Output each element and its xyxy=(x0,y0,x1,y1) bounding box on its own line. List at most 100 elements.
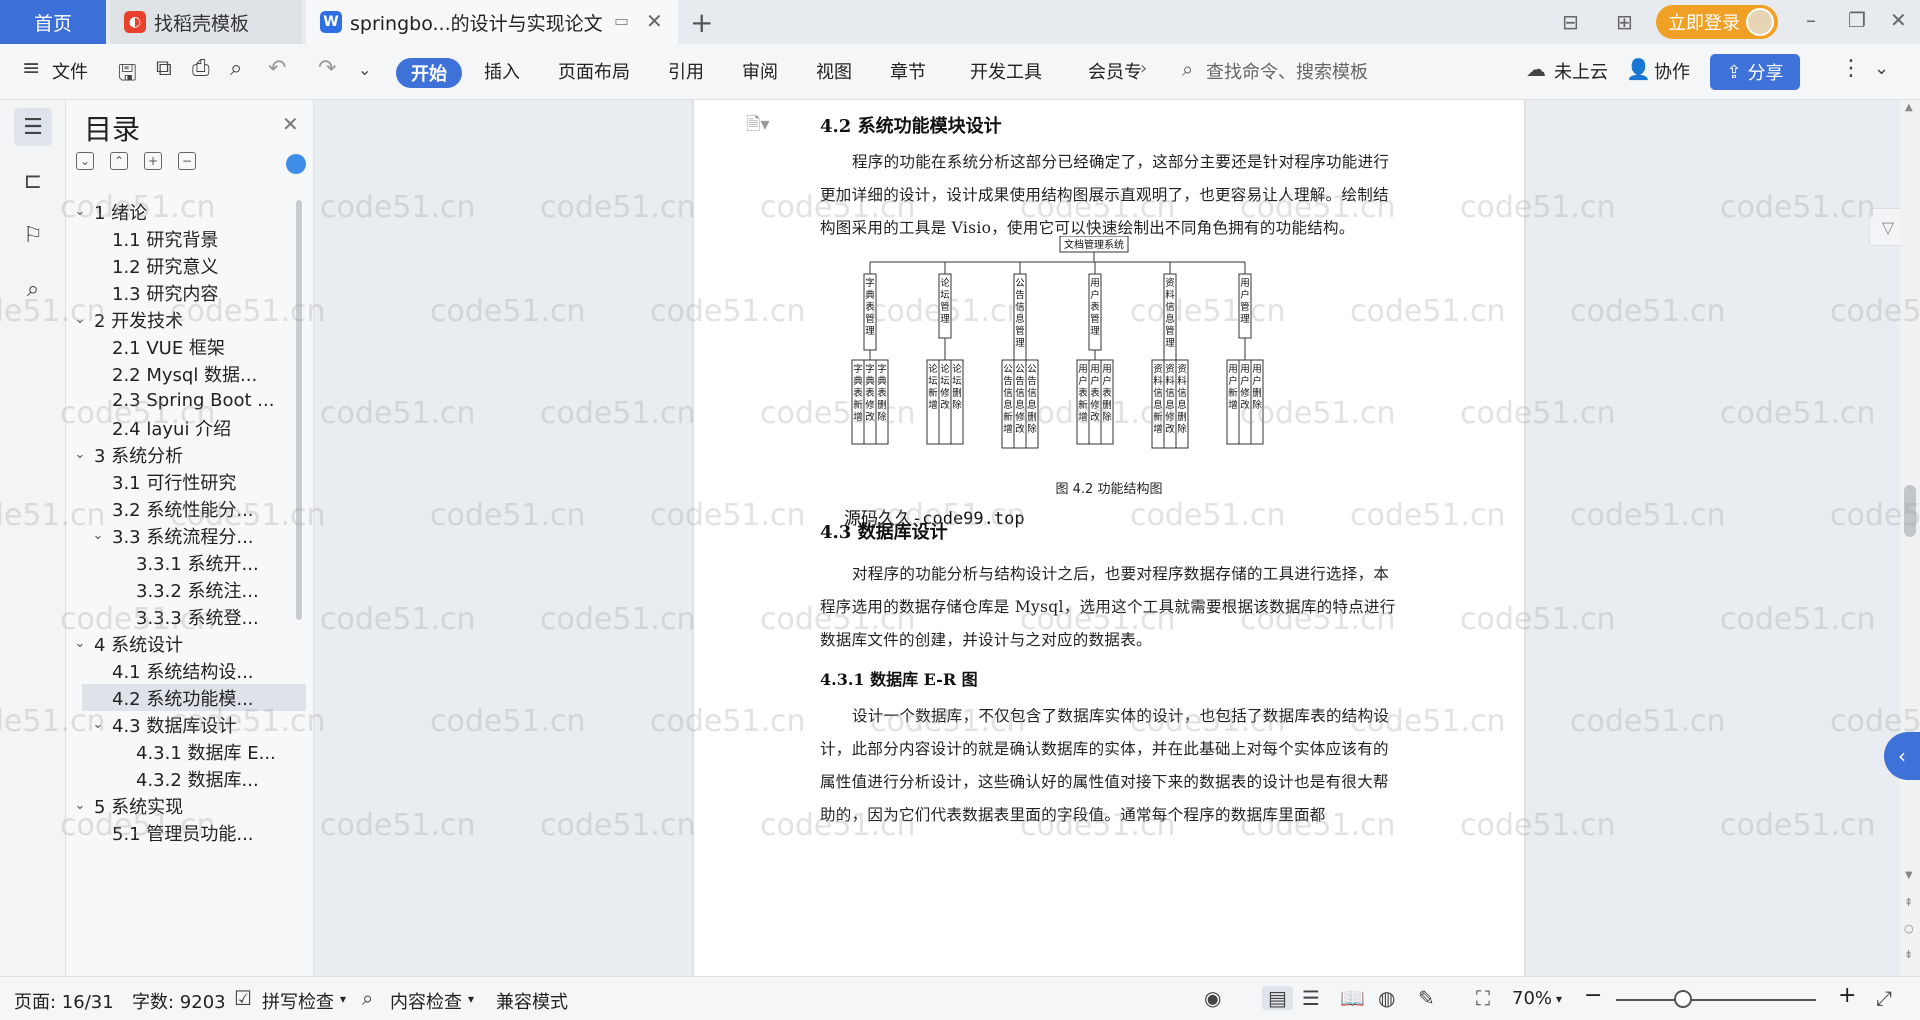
tab-insert[interactable]: 插入 xyxy=(484,58,520,84)
toc-item[interactable]: 3.1 可行性研究 xyxy=(66,468,306,495)
expand-all-icon[interactable]: ⌄ xyxy=(76,152,94,170)
toc-icon[interactable]: ☰ xyxy=(14,108,52,146)
spellcheck-dropdown-icon[interactable]: ▾ xyxy=(340,992,346,1006)
collapse-all-icon[interactable]: ⌃ xyxy=(110,152,128,170)
menu-icon[interactable]: ≡ xyxy=(22,56,40,81)
chapter-nav-icon[interactable]: ⊏ xyxy=(14,162,52,200)
fullscreen-icon[interactable]: ⤢ xyxy=(1876,986,1892,1010)
remove-heading-icon[interactable]: − xyxy=(178,152,196,170)
restore-icon[interactable]: ❐ xyxy=(1848,8,1866,32)
toc-item[interactable]: 3.3.1 系统开... xyxy=(66,549,306,576)
find-icon[interactable]: ⌕ xyxy=(14,270,52,308)
tab-home[interactable]: 首页 xyxy=(0,0,106,44)
fit-page-icon[interactable]: ⛶ xyxy=(1476,986,1490,1010)
toc-item[interactable]: 2.1 VUE 框架 xyxy=(66,333,306,360)
zoom-slider[interactable] xyxy=(1616,999,1816,1001)
scroll-down-icon[interactable]: ▼ xyxy=(1905,870,1913,881)
bookmark-icon[interactable]: ⚐ xyxy=(14,216,52,254)
tab-chapter[interactable]: 章节 xyxy=(890,58,926,84)
close-window-icon[interactable]: ✕ xyxy=(1890,8,1907,32)
eye-protection-icon[interactable]: ◉ xyxy=(1204,986,1221,1010)
save-icon[interactable]: 🖫 xyxy=(118,56,137,94)
toc-item[interactable]: ⌄ 4 系统设计 xyxy=(66,630,306,657)
add-heading-icon[interactable]: + xyxy=(144,152,162,170)
apps-grid-icon[interactable]: ⊞ xyxy=(1616,10,1633,34)
scroll-thumb[interactable] xyxy=(1904,485,1916,537)
outline-view-icon[interactable]: ☰ xyxy=(1302,986,1320,1010)
toc-item[interactable]: 3.3.2 系统注... xyxy=(66,576,306,603)
paragraph-menu-icon[interactable]: 🗎▾ xyxy=(746,112,770,142)
toc-item[interactable]: ⌄ 5 系统实现 xyxy=(66,792,306,819)
toc-item[interactable]: 3.2 系统性能分... xyxy=(66,495,306,522)
page-view-icon[interactable]: ▤ xyxy=(1262,986,1293,1010)
reading-view-icon[interactable]: 📖 xyxy=(1340,986,1365,1010)
content-check-dropdown-icon[interactable]: ▾ xyxy=(468,992,474,1006)
print-preview-icon[interactable]: ⌕ xyxy=(230,56,242,81)
scroll-up-icon[interactable]: ▲ xyxy=(1905,102,1913,113)
more-options-icon[interactable]: ⋮ xyxy=(1840,56,1862,81)
zoom-in-icon[interactable]: + xyxy=(1838,983,1856,1008)
quick-access-dropdown-icon[interactable]: ⌄ xyxy=(358,60,371,79)
zoom-slider-handle[interactable] xyxy=(1674,990,1692,1008)
toc-item[interactable]: ⌄ 1 绪论 xyxy=(66,198,306,225)
word-count[interactable]: 字数: 9203 xyxy=(132,988,226,1014)
zoom-dropdown-icon[interactable]: ▾ xyxy=(1556,992,1562,1006)
vertical-scrollbar[interactable]: ▲ ▼ ⇞ ○ ⇟ xyxy=(1900,100,1920,976)
tab-template[interactable]: ◐ 找稻壳模板 xyxy=(110,0,302,44)
file-menu[interactable]: 文件 xyxy=(52,58,88,84)
collapse-ribbon-icon[interactable]: ⌄ xyxy=(1874,58,1889,79)
export-pdf-icon[interactable]: ⧉ xyxy=(156,56,172,81)
cloud-status[interactable]: 未上云 xyxy=(1554,58,1608,84)
print-icon[interactable]: ⎙ xyxy=(192,56,210,81)
toc-close-icon[interactable]: ✕ xyxy=(282,112,299,136)
command-search-input[interactable]: 查找命令、搜索模板 xyxy=(1206,58,1368,84)
tab-developer[interactable]: 开发工具 xyxy=(970,58,1042,84)
toc-item[interactable]: 4.1 系统结构设... xyxy=(66,657,306,684)
toc-item[interactable]: 1.1 研究背景 xyxy=(66,225,306,252)
chevron-down-icon[interactable]: ⌄ xyxy=(72,204,88,219)
minimize-icon[interactable]: – xyxy=(1806,8,1816,32)
ai-assistant-icon[interactable] xyxy=(286,154,306,174)
share-button[interactable]: ⇪ 分享 xyxy=(1710,54,1800,90)
collab-button[interactable]: 协作 xyxy=(1654,58,1690,84)
web-view-icon[interactable]: ◍ xyxy=(1378,986,1395,1010)
zoom-out-icon[interactable]: − xyxy=(1584,983,1602,1008)
toc-item[interactable]: 4.3.1 数据库 E... xyxy=(66,738,306,765)
new-tab-icon[interactable]: + xyxy=(690,6,713,39)
page-select-icon[interactable]: ○ xyxy=(1904,922,1914,935)
tab-member[interactable]: 会员专 xyxy=(1088,58,1142,84)
toc-item[interactable]: 3.3.3 系统登... xyxy=(66,603,306,630)
tab-review[interactable]: 审阅 xyxy=(742,58,778,84)
toc-item[interactable]: 2.4 layui 介绍 xyxy=(66,414,306,441)
toc-scrollbar[interactable] xyxy=(296,200,302,620)
toc-item[interactable]: ⌄ 3 系统分析 xyxy=(66,441,306,468)
spellcheck-button[interactable]: 拼写检查 xyxy=(262,988,334,1014)
chevron-down-icon[interactable]: ⌄ xyxy=(72,447,88,462)
toc-item[interactable]: 1.2 研究意义 xyxy=(66,252,306,279)
tab-view[interactable]: 视图 xyxy=(816,58,852,84)
write-view-icon[interactable]: ✎ xyxy=(1418,986,1435,1010)
tab-references[interactable]: 引用 xyxy=(668,58,704,84)
window-layout-icon[interactable]: ⊟ xyxy=(1562,10,1579,34)
chevron-down-icon[interactable]: ⌄ xyxy=(72,798,88,813)
page-indicator[interactable]: 页面: 16/31 xyxy=(14,988,114,1014)
ribbon-more-icon[interactable]: › xyxy=(1140,58,1147,79)
zoom-level[interactable]: 70% xyxy=(1512,988,1552,1009)
tab-pin-icon[interactable]: ▭ xyxy=(614,11,629,30)
toc-item[interactable]: 2.2 Mysql 数据... xyxy=(66,360,306,387)
chevron-down-icon[interactable]: ⌄ xyxy=(90,528,106,543)
toc-item[interactable]: 5.1 管理员功能... xyxy=(66,819,306,846)
undo-icon[interactable]: ↶ xyxy=(268,56,286,81)
tab-page-layout[interactable]: 页面布局 xyxy=(558,58,630,84)
chevron-down-icon[interactable]: ⌄ xyxy=(72,636,88,651)
next-page-icon[interactable]: ⇟ xyxy=(1904,948,1913,961)
tab-close-icon[interactable]: ✕ xyxy=(646,9,663,33)
redo-icon[interactable]: ↷ xyxy=(318,56,336,81)
toc-item[interactable]: 4.3.2 数据库... xyxy=(66,765,306,792)
tab-start[interactable]: 开始 xyxy=(396,58,462,88)
chevron-down-icon[interactable]: ⌄ xyxy=(90,717,106,732)
chevron-down-icon[interactable]: ⌄ xyxy=(72,312,88,327)
tab-document[interactable]: W springbo...的设计与实现论文 ▭ ✕ xyxy=(306,0,678,44)
side-panel-toggle-icon[interactable]: ▽ xyxy=(1869,208,1904,246)
toc-item[interactable]: 1.3 研究内容 xyxy=(66,279,306,306)
